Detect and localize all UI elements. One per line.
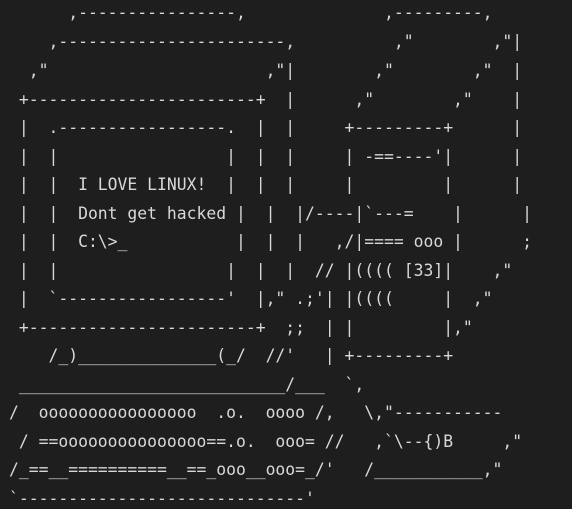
ascii-line: | | Dont get hacked | | |/----|`---= | |	[9, 204, 533, 223]
ascii-line: `-----------------------------'	[9, 489, 315, 508]
ascii-line: | | I LOVE LINUX! | | | | | |	[9, 175, 523, 194]
ascii-line: | .-----------------. | | +---------+ |	[9, 118, 523, 137]
ascii-art-computer: ,----------------, ,---------, ,--------…	[0, 0, 572, 509]
ascii-line: ,-----------------------, ," ,"|	[9, 32, 523, 51]
ascii-line: ," ,"| ," ," |	[9, 61, 523, 80]
ascii-line: ___________________________/___ `,	[9, 375, 365, 394]
ascii-line: +-----------------------+ | ," ," |	[9, 90, 523, 109]
ascii-line: +-----------------------+ ;; | | |,"	[9, 318, 473, 337]
ascii-line: /_)______________(_/ //' | +---------+	[9, 346, 454, 365]
ascii-line: /_==__==========__==_ooo__ooo=_/' /_____…	[9, 460, 503, 479]
ascii-line: | | C:\>_ | | | ,/|==== ooo | ;	[9, 232, 533, 251]
ascii-line: | `-----------------' |," .;'| |(((( | ,…	[9, 289, 493, 308]
ascii-line: | | | | | | -==----'| |	[9, 147, 523, 166]
ascii-line: / ==ooooooooooooooo==.o. ooo= // ,`\--{)…	[9, 432, 523, 451]
ascii-line: | | | | | // |(((( [33]| ,"	[9, 261, 513, 280]
ascii-line: ,----------------, ,---------,	[9, 3, 493, 22]
ascii-line: / oooooooooooooooo .o. oooo /, \,"------…	[9, 403, 503, 422]
